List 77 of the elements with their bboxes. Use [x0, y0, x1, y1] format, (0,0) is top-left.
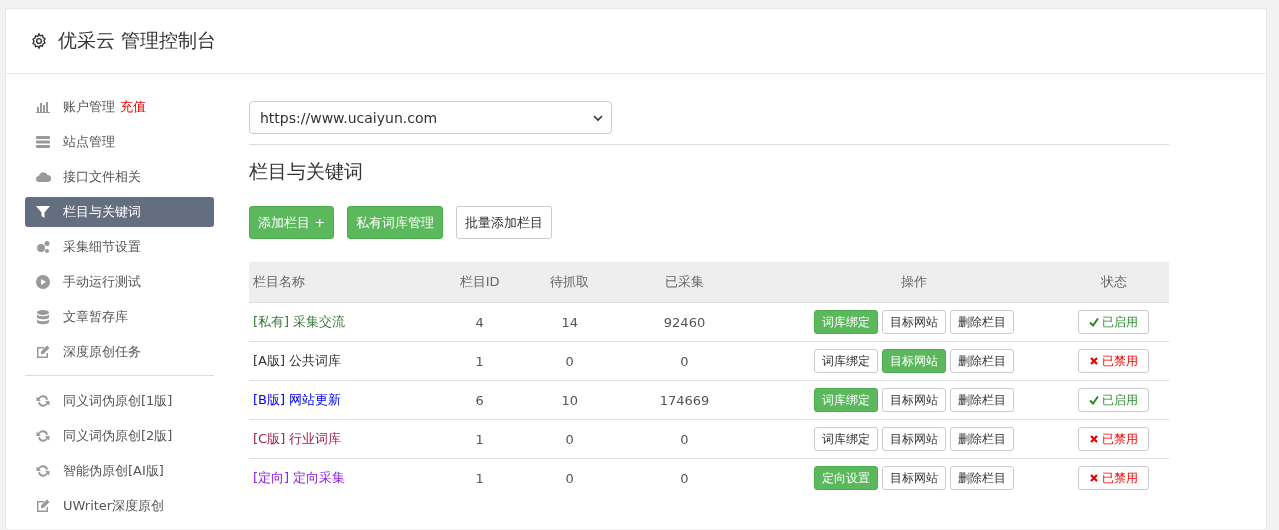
table-cell: 0 [600, 458, 769, 497]
action-button[interactable]: 目标网站 [881, 427, 946, 451]
sidebar-item[interactable]: 同义词伪原创[2版] [25, 421, 214, 451]
server-icon [35, 134, 51, 150]
table-cell: 1 [420, 341, 540, 381]
table-cell: 0 [600, 341, 769, 381]
cross-icon [1089, 434, 1100, 444]
table-cell: 0 [539, 458, 601, 497]
action-button[interactable]: 目标网站 [881, 466, 946, 490]
action-button[interactable]: 词库绑定 [813, 349, 878, 373]
section-heading: 栏目与关键词 [249, 159, 364, 184]
chevron-down-icon [593, 112, 603, 123]
edit-icon [35, 344, 51, 360]
action-button[interactable]: 删除栏目 [949, 310, 1014, 334]
sidebar-item[interactable]: 智能伪原创[AI版] [25, 456, 214, 486]
action-button[interactable]: 词库绑定 [813, 427, 878, 451]
table-cell: [C版] 行业词库 [249, 419, 421, 459]
toolbar-button[interactable]: 批量添加栏目 [456, 206, 553, 239]
cloud-icon [35, 169, 51, 185]
sidebar-item[interactable]: 站点管理 [25, 127, 214, 157]
cross-icon [1089, 356, 1100, 366]
bar-chart-icon [35, 99, 51, 115]
filter-icon [35, 204, 51, 220]
table-cell: 174669 [600, 380, 769, 420]
sidebar-item[interactable]: 采集细节设置 [25, 232, 214, 262]
column-header: 操作 [768, 262, 1059, 303]
sidebar-item[interactable]: 账户管理 充值 [25, 92, 214, 122]
table-cell: 14 [539, 302, 601, 342]
action-button[interactable]: 删除栏目 [949, 466, 1014, 490]
table-cell: 0 [600, 419, 769, 459]
column-header: 栏目名称 [249, 262, 421, 303]
cross-icon [1089, 473, 1100, 483]
recharge-link[interactable]: 充值 [120, 98, 146, 116]
action-button[interactable]: 目标网站 [881, 388, 946, 412]
refresh-icon [35, 393, 51, 409]
status-button[interactable]: 已启用 [1078, 388, 1150, 412]
sidebar-item[interactable]: UWriter深度原创 [25, 491, 214, 521]
play-icon [35, 274, 51, 290]
column-header: 状态 [1058, 262, 1169, 303]
sidebar-item[interactable]: 文章暂存库 [25, 302, 214, 332]
settings-icon [30, 32, 48, 50]
table-cell: 4 [420, 302, 540, 342]
table-cell: 1 [420, 419, 540, 459]
app-title: 优采云 管理控制台 [58, 28, 217, 53]
column-header: 待抓取 [539, 262, 601, 303]
edit-icon [35, 498, 51, 514]
table-cell: 0 [539, 419, 601, 459]
table-cell: 6 [420, 380, 540, 420]
refresh-icon [35, 463, 51, 479]
status-button[interactable]: 已禁用 [1078, 466, 1150, 490]
database-icon [35, 309, 51, 325]
status-button[interactable]: 已启用 [1078, 310, 1150, 334]
sidebar-item[interactable]: 栏目与关键词 [25, 197, 214, 227]
table-cell: [A版] 公共词库 [249, 341, 421, 381]
sidebar-item[interactable]: 手动运行测试 [25, 267, 214, 297]
column-header: 已采集 [600, 262, 769, 303]
table-cell: [私有] 采集交流 [249, 302, 421, 342]
status-button[interactable]: 已禁用 [1078, 349, 1150, 373]
check-icon [1089, 317, 1100, 327]
check-icon [1089, 395, 1100, 405]
action-button[interactable]: 删除栏目 [949, 388, 1014, 412]
table-cell: 92460 [600, 302, 769, 342]
table-cell: [定向] 定向采集 [249, 458, 421, 497]
sidebar-item[interactable]: 同义词伪原创[1版] [25, 386, 214, 416]
sidebar-item[interactable]: 深度原创任务 [25, 337, 214, 367]
table-cell: 0 [539, 341, 601, 381]
action-button[interactable]: 删除栏目 [949, 349, 1014, 373]
table-cell: 10 [539, 380, 601, 420]
status-button[interactable]: 已禁用 [1078, 427, 1150, 451]
table-cell: 1 [420, 458, 540, 497]
table-cell: [B版] 网站更新 [249, 380, 421, 420]
sidebar-item[interactable]: 接口文件相关 [25, 162, 214, 192]
action-button[interactable]: 目标网站 [881, 310, 946, 334]
refresh-icon [35, 428, 51, 444]
site-select[interactable]: https://www.ucaiyun.com [249, 101, 612, 134]
action-button[interactable]: 删除栏目 [949, 427, 1014, 451]
column-header: 栏目ID [420, 262, 540, 303]
